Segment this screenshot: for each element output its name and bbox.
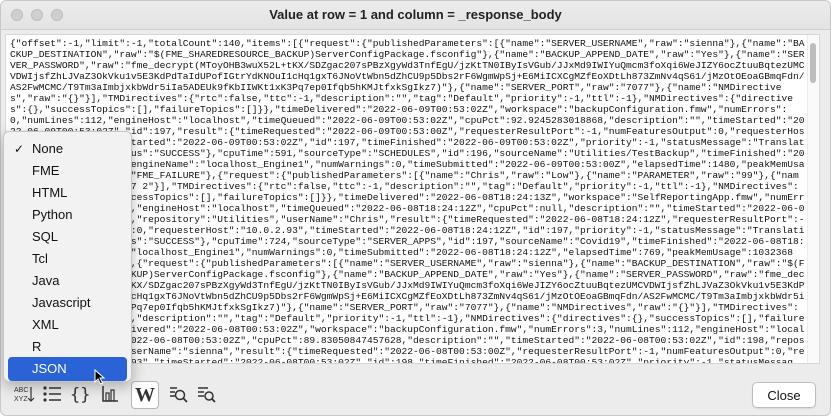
- window-title: Value at row = 1 and column = _response_…: [269, 7, 562, 22]
- close-button[interactable]: Close: [752, 382, 816, 408]
- zoom-list-icon[interactable]: [193, 381, 219, 407]
- menu-item-java[interactable]: Java: [8, 269, 127, 293]
- menu-item-none[interactable]: ✓ None: [8, 137, 127, 161]
- menu-item-tcl[interactable]: Tcl: [8, 247, 127, 271]
- zoom-icon[interactable]: [165, 381, 191, 407]
- scrollbar-thumb[interactable]: [810, 43, 816, 83]
- curly-braces-icon[interactable]: {}: [67, 381, 93, 407]
- svg-text:{}: {}: [70, 385, 90, 404]
- vertical-scrollbar[interactable]: [807, 35, 818, 363]
- bulleted-list-icon[interactable]: [39, 381, 65, 407]
- menu-item-fme[interactable]: FME: [8, 159, 127, 183]
- w-wrap-icon[interactable]: W: [131, 381, 159, 409]
- svg-text:ABC: ABC: [14, 387, 28, 394]
- svg-text:XYZ: XYZ: [14, 396, 28, 403]
- menu-item-sql[interactable]: SQL: [8, 225, 127, 249]
- menu-item-json[interactable]: JSON: [8, 357, 127, 381]
- title-bar: Value at row = 1 and column = _response_…: [1, 1, 830, 30]
- abc-xyz-sort-icon[interactable]: ABC XYZ: [11, 381, 37, 407]
- menu-item-xml[interactable]: XML: [8, 313, 127, 337]
- menu-item-html[interactable]: HTML: [8, 181, 127, 205]
- menu-item-python[interactable]: Python: [8, 203, 127, 227]
- menu-item-r[interactable]: R: [8, 335, 127, 359]
- menu-item-javascript[interactable]: Javascript: [8, 291, 127, 315]
- mouse-pointer-icon: [94, 369, 106, 385]
- check-mark-icon: ✓: [14, 142, 25, 156]
- syntax-highlight-menu: ✓ None FME HTML Python SQL Tcl Java Java…: [3, 131, 132, 382]
